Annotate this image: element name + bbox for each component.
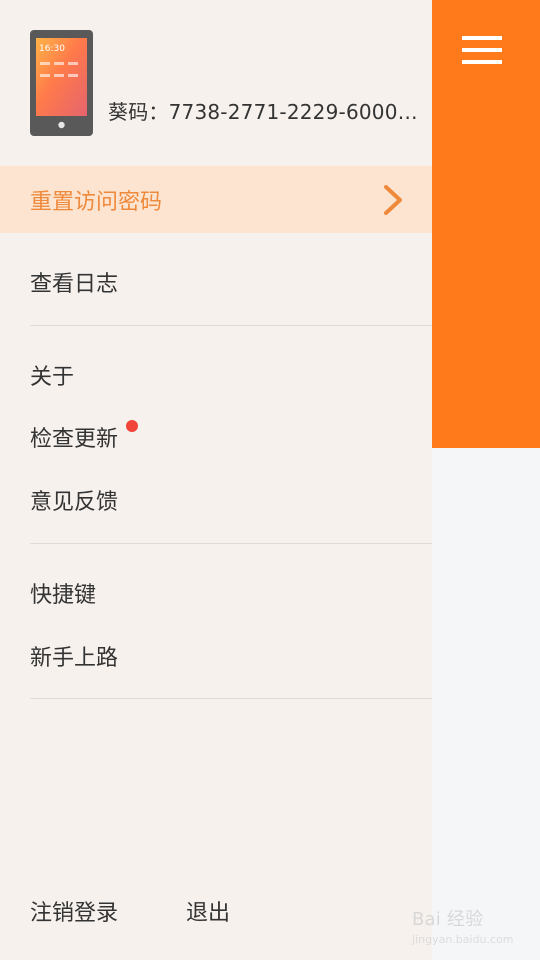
- chevron-right-icon: [382, 183, 404, 217]
- baidu-jingyan-watermark: Bai 经验: [412, 909, 484, 930]
- menu-item-view-logs[interactable]: 查看日志: [30, 266, 118, 298]
- menu-item-feedback[interactable]: 意见反馈: [30, 484, 118, 516]
- hamburger-menu-button[interactable]: [462, 32, 502, 68]
- menu-item-check-updates[interactable]: 检查更新: [30, 421, 118, 453]
- logout-button[interactable]: 注销登录: [30, 895, 118, 927]
- menu-divider: [30, 543, 432, 544]
- app-content-background: [432, 448, 540, 960]
- phone-icon: 16:30: [30, 30, 93, 136]
- svg-text:16:30: 16:30: [39, 44, 65, 54]
- menu-divider: [30, 325, 432, 326]
- menu-item-getting-started[interactable]: 新手上路: [30, 640, 118, 672]
- exit-button[interactable]: 退出: [186, 895, 230, 927]
- device-code-label: 葵码：7738-2771-2229-6000-…: [108, 100, 420, 124]
- menu-item-shortcuts[interactable]: 快捷键: [30, 577, 96, 609]
- navigation-drawer: 16:30 葵码：7738-2771-2229-6000-… 重置访问密码 查看…: [0, 0, 432, 960]
- reset-access-password-label: 重置访问密码: [30, 190, 163, 215]
- hamburger-menu-icon: [462, 36, 502, 64]
- notification-dot: [126, 420, 138, 432]
- watermark-url: jingyan.baidu.com: [412, 933, 514, 946]
- menu-divider: [30, 698, 432, 699]
- menu-item-about[interactable]: 关于: [30, 359, 74, 391]
